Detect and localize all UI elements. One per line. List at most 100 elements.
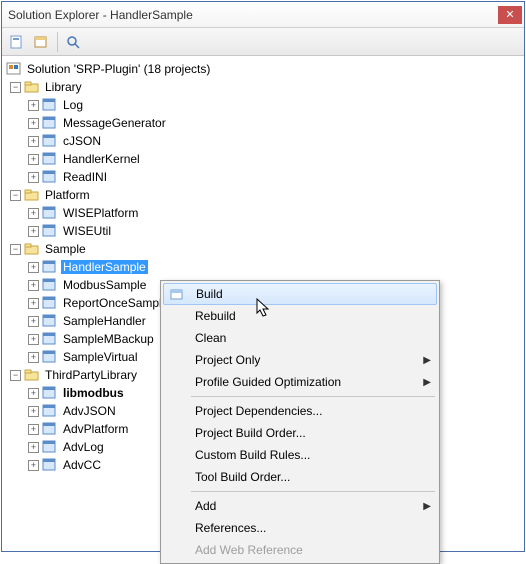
expand-icon[interactable]: + — [28, 208, 39, 219]
menu-project-only[interactable]: Project Only ▶ — [163, 349, 437, 371]
project-messagegenerator[interactable]: + MessageGenerator — [4, 114, 522, 132]
menu-separator — [191, 491, 435, 492]
project-icon — [42, 260, 58, 274]
project-icon — [42, 440, 58, 454]
collapse-icon[interactable]: − — [10, 370, 21, 381]
folder-library[interactable]: − Library — [4, 78, 522, 96]
menu-custom-rules[interactable]: Custom Build Rules... — [163, 444, 437, 466]
project-label: SampleVirtual — [61, 350, 139, 364]
menu-label: Add Web Reference — [189, 543, 419, 557]
menu-add[interactable]: Add▶ — [163, 495, 437, 517]
expand-icon[interactable]: + — [28, 172, 39, 183]
expand-icon[interactable]: + — [28, 154, 39, 165]
close-button[interactable]: ✕ — [498, 6, 522, 24]
expand-icon[interactable]: + — [28, 424, 39, 435]
expand-icon[interactable]: + — [28, 352, 39, 363]
toolbar-showall-icon[interactable] — [30, 31, 52, 53]
solution-explorer-window: Solution Explorer - HandlerSample ✕ Solu… — [1, 1, 525, 552]
project-label: WISEPlatform — [61, 206, 140, 220]
expand-icon[interactable]: + — [28, 406, 39, 417]
solution-label: Solution 'SRP-Plugin' (18 projects) — [25, 62, 212, 76]
project-icon — [42, 278, 58, 292]
expand-icon[interactable]: + — [28, 388, 39, 399]
submenu-arrow-icon: ▶ — [423, 355, 431, 366]
solution-node[interactable]: Solution 'SRP-Plugin' (18 projects) — [4, 60, 522, 78]
menu-references[interactable]: References... — [163, 517, 437, 539]
project-label: ReadINI — [61, 170, 109, 184]
project-label: Log — [61, 98, 85, 112]
folder-sample[interactable]: − Sample — [4, 240, 522, 258]
expand-icon[interactable]: + — [28, 460, 39, 471]
project-label: libmodbus — [61, 386, 126, 400]
folder-platform[interactable]: −Platform — [4, 186, 522, 204]
folder-icon — [24, 188, 40, 202]
menu-build[interactable]: Build — [163, 283, 437, 305]
project-label-selected: HandlerSample — [61, 260, 148, 274]
toolbar-viewcode-icon[interactable] — [63, 31, 85, 53]
menu-label: Add — [189, 499, 419, 513]
project-icon — [42, 350, 58, 364]
collapse-icon[interactable]: − — [10, 190, 21, 201]
expand-icon[interactable]: + — [28, 226, 39, 237]
collapse-icon[interactable]: − — [10, 244, 21, 255]
menu-clean[interactable]: Clean — [163, 327, 437, 349]
project-label: AdvLog — [61, 440, 106, 454]
menu-separator — [191, 396, 435, 397]
project-label: MessageGenerator — [61, 116, 168, 130]
menu-rebuild[interactable]: Rebuild — [163, 305, 437, 327]
expand-icon[interactable]: + — [28, 280, 39, 291]
folder-icon — [24, 242, 40, 256]
project-icon — [42, 116, 58, 130]
project-icon — [42, 386, 58, 400]
expand-icon[interactable]: + — [28, 316, 39, 327]
project-label: ModbusSample — [61, 278, 148, 292]
menu-label: Project Dependencies... — [189, 404, 419, 418]
project-label: AdvCC — [61, 458, 103, 472]
project-icon — [42, 206, 58, 220]
expand-icon[interactable]: + — [28, 262, 39, 273]
project-readini[interactable]: + ReadINI — [4, 168, 522, 186]
submenu-arrow-icon: ▶ — [423, 377, 431, 388]
menu-build-order[interactable]: Project Build Order... — [163, 422, 437, 444]
toolbar-properties-icon[interactable] — [6, 31, 28, 53]
project-label: SampleMBackup — [61, 332, 156, 346]
expand-icon[interactable]: + — [28, 118, 39, 129]
menu-label: Project Only — [189, 353, 419, 367]
project-handlerkernel[interactable]: + HandlerKernel — [4, 150, 522, 168]
project-icon — [42, 98, 58, 112]
menu-pgo[interactable]: Profile Guided Optimization▶ — [163, 371, 437, 393]
project-wiseutil[interactable]: +WISEUtil — [4, 222, 522, 240]
menu-label: Project Build Order... — [189, 426, 419, 440]
folder-label: Library — [43, 80, 84, 94]
toolbar-separator — [57, 32, 58, 52]
menu-tool-order[interactable]: Tool Build Order... — [163, 466, 437, 488]
project-icon — [42, 332, 58, 346]
project-icon — [42, 170, 58, 184]
expand-icon[interactable]: + — [28, 442, 39, 453]
expand-icon[interactable]: + — [28, 334, 39, 345]
folder-label: Sample — [43, 242, 88, 256]
project-wiseplatform[interactable]: + WISEPlatform — [4, 204, 522, 222]
menu-dependencies[interactable]: Project Dependencies... — [163, 400, 437, 422]
project-icon — [42, 296, 58, 310]
expand-icon[interactable]: + — [28, 100, 39, 111]
titlebar: Solution Explorer - HandlerSample ✕ — [2, 2, 524, 28]
collapse-icon[interactable]: − — [10, 82, 21, 93]
project-label: ReportOnceSample — [61, 296, 170, 310]
menu-label: Clean — [189, 331, 419, 345]
project-handlersample[interactable]: + HandlerSample — [4, 258, 522, 276]
expand-icon[interactable]: + — [28, 298, 39, 309]
project-icon — [42, 314, 58, 328]
folder-label: ThirdPartyLibrary — [43, 368, 139, 382]
folder-icon — [24, 80, 40, 94]
project-label: HandlerKernel — [61, 152, 142, 166]
project-label: AdvPlatform — [61, 422, 130, 436]
build-icon — [164, 284, 190, 304]
project-icon — [42, 134, 58, 148]
project-log[interactable]: + Log — [4, 96, 522, 114]
expand-icon[interactable]: + — [28, 136, 39, 147]
project-cjson[interactable]: + cJSON — [4, 132, 522, 150]
project-label: cJSON — [61, 134, 103, 148]
menu-label: Rebuild — [189, 309, 419, 323]
menu-label: References... — [189, 521, 419, 535]
